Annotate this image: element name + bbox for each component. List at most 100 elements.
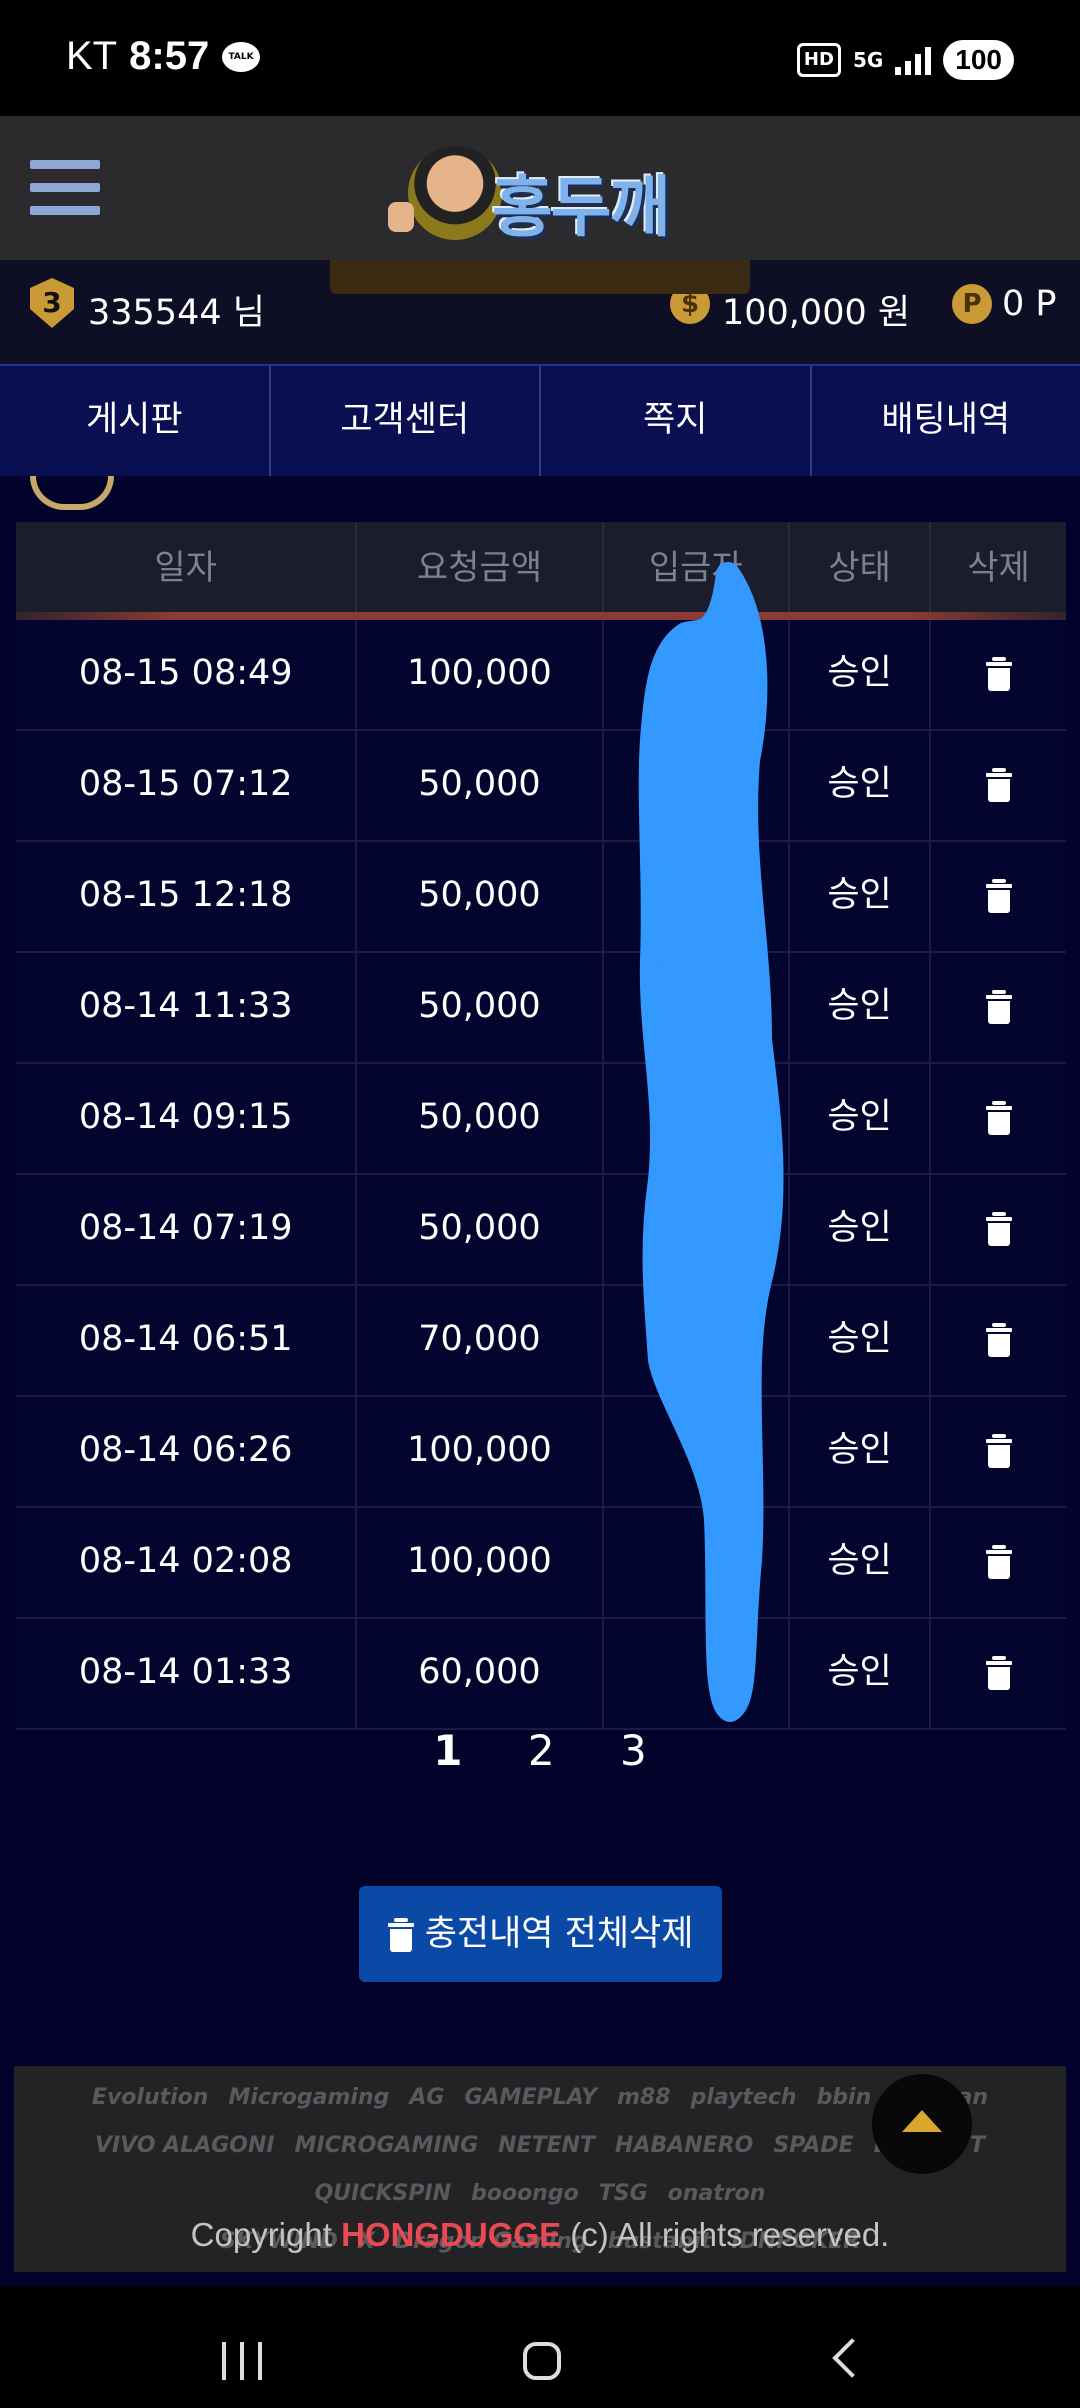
cell-date: 08-14 11:33 [16,953,358,1062]
trash-icon [985,1212,1012,1246]
vendor-logo: HABANERO [615,2133,754,2158]
trash-icon [985,1545,1012,1579]
col-delete: 삭제 [967,548,1030,588]
table-header: 일자 요청금액 입금자 상태 삭제 [16,522,1066,620]
vendor-logo: NETENT [498,2133,596,2158]
cell-amount: 50,000 [357,1175,604,1284]
tab-customer-center[interactable]: 고객센터 [271,366,541,478]
cell-amount: 50,000 [357,1064,604,1173]
cell-date: 08-15 08:49 [16,620,358,729]
cell-status: 승인 [790,1397,932,1506]
carrier-time: KT 8:57 [66,34,209,79]
clock: 8:57 [129,34,210,78]
copyright-suffix: (c) All rights reserved. [561,2216,890,2253]
cell-date: 08-14 01:33 [16,1619,358,1728]
delete-row-button[interactable] [931,1175,1066,1284]
cell-amount: 100,000 [357,1508,604,1617]
trash-icon [985,657,1012,691]
cell-amount: 100,000 [357,620,604,729]
cell-date: 08-14 07:19 [16,1175,358,1284]
app-header: 홍두깨 [0,116,1080,260]
delete-row-button[interactable] [931,1064,1066,1173]
level-badge-icon: 3 [30,278,74,328]
copyright: Copyright HONGDUGGE (c) All rights reser… [14,2216,1066,2254]
table-row: 08-15 12:18 50,000 승인 [16,842,1066,953]
kakaotalk-notification-icon: TALK [222,42,260,72]
table-row: 08-14 09:15 50,000 승인 [16,1064,1066,1175]
delete-row-button[interactable] [931,953,1066,1062]
table-row: 08-15 07:12 50,000 승인 [16,731,1066,842]
hd-voice-icon: HD [796,43,841,77]
cell-depositor [604,1175,791,1284]
col-status: 상태 [790,522,932,620]
cell-date: 08-14 06:26 [16,1397,358,1506]
vendor-logo: m88 [617,2085,671,2110]
nav-tabs: 게시판 고객센터 쪽지 배팅내역 [0,364,1080,478]
cell-date: 08-14 06:51 [16,1286,358,1395]
page-2[interactable]: 2 [528,1726,555,1775]
points[interactable]: 0 P [1002,284,1057,324]
col-date: 일자 [16,522,358,620]
vendor-logo: QUICKSPIN [314,2181,452,2206]
battery-icon: 100 [943,40,1014,80]
tab-messages[interactable]: 쪽지 [541,366,812,478]
delete-row-button[interactable] [931,1397,1066,1506]
cell-status: 승인 [790,953,932,1062]
site-logo[interactable]: 홍두깨 [388,140,698,250]
tab-betting-history[interactable]: 배팅내역 [812,366,1080,478]
page-3[interactable]: 3 [620,1726,647,1775]
vendor-logo: Evolution [91,2085,209,2110]
balance[interactable]: 100,000 원 [722,284,910,335]
thumbs-up-icon [388,202,414,232]
cell-status: 승인 [790,731,932,840]
trash-icon [985,1323,1012,1357]
menu-icon[interactable] [30,160,100,216]
table-row: 08-14 02:08 100,000 승인 [16,1508,1066,1619]
cell-amount: 100,000 [357,1397,604,1506]
trash-icon [985,768,1012,802]
logo-mascot-icon [408,146,502,240]
back-icon[interactable] [832,2338,872,2378]
level-number: 3 [42,286,62,319]
recent-apps-icon[interactable] [222,2342,264,2380]
5g-network-icon: 5G [852,48,884,72]
copyright-prefix: Copyright [190,2216,342,2253]
vendor-logo: AG [409,2085,445,2110]
logo-text: 홍두깨 [492,169,670,246]
tab-board[interactable]: 게시판 [0,366,271,478]
home-icon[interactable] [523,2342,561,2380]
cell-status: 승인 [790,1064,932,1173]
cell-status: 승인 [790,1619,932,1728]
delete-row-button[interactable] [931,620,1066,729]
cell-date: 08-14 02:08 [16,1508,358,1617]
main-content: 일자 요청금액 입금자 상태 삭제 08-15 08:49 100,000 승인 08… [0,476,1080,2286]
copyright-brand: HONGDUGGE [341,2216,562,2253]
scroll-to-top-button[interactable] [872,2074,972,2174]
status-icons: HD 5G 100 [796,40,1014,80]
vendor-logo: playtech [690,2085,797,2110]
delete-all-label: 충전내역 전체삭제 [424,1914,694,1954]
table-body: 08-15 08:49 100,000 승인 08-15 07:12 50,000 승인 0… [16,620,1066,1730]
vendor-logo: SPADE [773,2133,854,2158]
delete-all-button[interactable]: 충전내역 전체삭제 [359,1886,722,1982]
cell-depositor [604,1064,791,1173]
delete-row-button[interactable] [931,731,1066,840]
cell-date: 08-14 09:15 [16,1064,358,1173]
table-row: 08-14 01:33 60,000 승인 [16,1619,1066,1730]
title-ring-icon [30,476,114,510]
username[interactable]: 335544 님 [88,284,265,335]
point-icon: P [952,284,992,324]
vendor-logo: onatron [667,2181,766,2206]
table-row: 08-14 11:33 50,000 승인 [16,953,1066,1064]
system-nav-bar [0,2286,1080,2408]
delete-row-button[interactable] [931,1619,1066,1728]
delete-row-button[interactable] [931,1286,1066,1395]
table-row: 08-14 07:19 50,000 승인 [16,1175,1066,1286]
delete-row-button[interactable] [931,1508,1066,1617]
trash-icon [985,990,1012,1024]
vendor-logo: Microgaming [228,2085,390,2110]
delete-row-button[interactable] [931,842,1066,951]
page-1[interactable]: 1 [433,1726,462,1775]
cell-depositor [604,1508,791,1617]
vendor-logo: VIVO ALAGONI [94,2133,275,2158]
